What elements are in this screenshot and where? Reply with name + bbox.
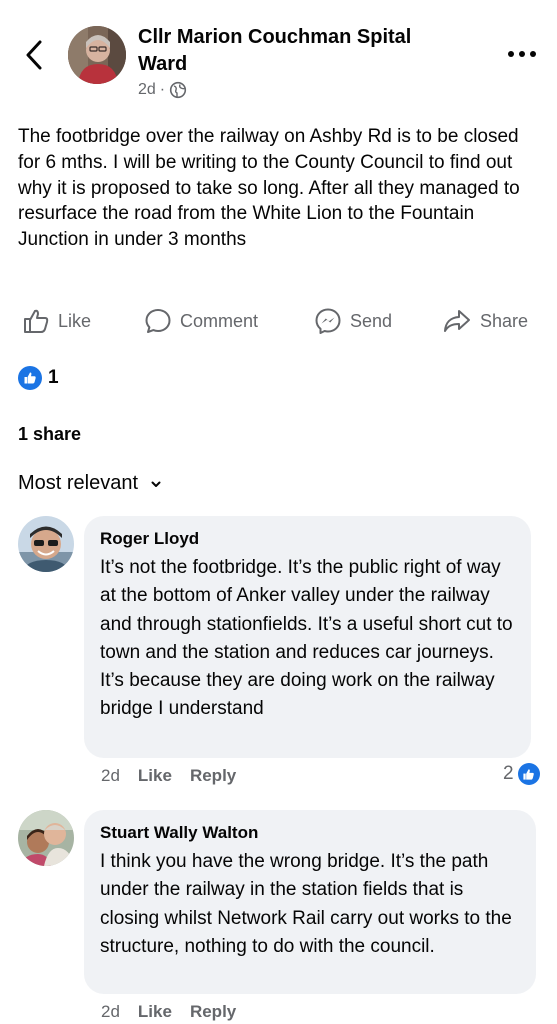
send-label: Send	[350, 310, 393, 331]
more-horizontal-icon	[508, 51, 536, 57]
comment-like-button[interactable]: Like	[138, 1002, 172, 1022]
comment-reply-button[interactable]: Reply	[190, 766, 236, 786]
share-button[interactable]: Share	[442, 302, 528, 340]
thumbs-up-icon	[24, 309, 49, 333]
back-button[interactable]	[20, 38, 50, 72]
commenter-avatar[interactable]	[18, 810, 74, 866]
like-label: Like	[58, 310, 92, 331]
comment-reply-button[interactable]: Reply	[190, 1002, 236, 1022]
comment-button[interactable]: Comment	[144, 302, 258, 340]
like-button[interactable]: Like	[22, 302, 91, 340]
chevron-left-icon	[26, 40, 42, 70]
chevron-down-icon	[151, 481, 161, 487]
comment-bubble[interactable]: Roger Lloyd It’s not the footbridge. It’…	[84, 516, 531, 758]
comment-text: I think you have the wrong bridge. It’s …	[100, 851, 512, 957]
comment-like-button[interactable]: Like	[138, 766, 172, 786]
more-options-button[interactable]	[505, 44, 539, 64]
send-button[interactable]: Send	[314, 302, 392, 340]
speech-bubble-icon	[145, 309, 171, 333]
meta-separator: ·	[159, 81, 166, 98]
share-arrow-icon	[444, 310, 470, 332]
post-header: Cllr Marion Couchman Spital Ward 2d ·	[0, 0, 557, 110]
like-reaction-icon	[18, 366, 42, 390]
author-avatar[interactable]	[68, 26, 126, 84]
comment-time: 2d	[101, 766, 120, 785]
like-reaction-icon	[517, 763, 540, 785]
post-time[interactable]: 2d	[138, 81, 156, 99]
reaction-count: 1	[48, 367, 59, 388]
comment-label: Comment	[180, 310, 259, 331]
comment-meta: 2d Like Reply	[101, 766, 236, 786]
comment-meta: 2d Like Reply	[101, 1002, 236, 1022]
reaction-summary[interactable]: 1	[18, 366, 59, 390]
comment-reaction-summary[interactable]: 2	[503, 763, 540, 785]
post-text: The footbridge over the railway on Ashby…	[18, 126, 520, 251]
comment-text: It’s not the footbridge. It’s the public…	[100, 557, 513, 720]
commenter-name[interactable]: Roger Lloyd	[100, 528, 515, 550]
share-count[interactable]: 1 share	[18, 424, 81, 445]
comment-reaction-count: 2	[503, 763, 514, 784]
messenger-icon	[315, 308, 341, 334]
globe-icon	[170, 81, 187, 99]
share-label: Share	[480, 310, 529, 331]
post-action-bar: Like Comment Send Share	[0, 302, 557, 340]
sort-label: Most relevant	[18, 472, 139, 494]
author-name[interactable]: Cllr Marion Couchman Spital Ward	[138, 24, 458, 78]
comment-sort-dropdown[interactable]: Most relevant	[18, 472, 162, 495]
commenter-avatar[interactable]	[18, 516, 74, 572]
post-meta: 2d ·	[138, 81, 187, 99]
commenter-name[interactable]: Stuart Wally Walton	[100, 822, 520, 844]
comment-bubble[interactable]: Stuart Wally Walton I think you have the…	[84, 810, 536, 994]
comment-time: 2d	[101, 1002, 120, 1021]
